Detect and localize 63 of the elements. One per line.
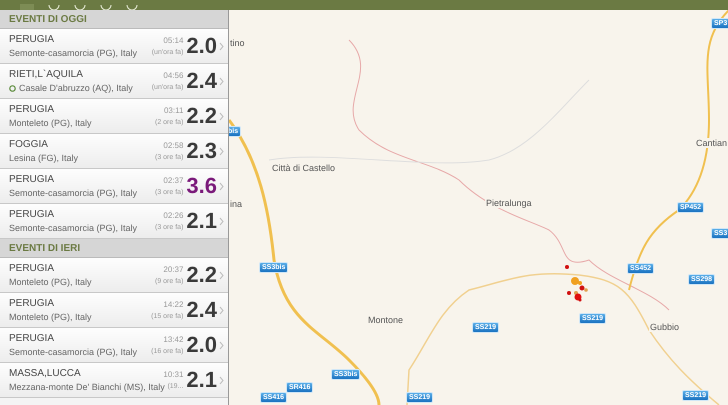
- magnitude: 2.0: [186, 33, 217, 59]
- event-time: 10:31: [163, 370, 184, 379]
- event-place: Semonte-casamorcia (PG), Italy: [9, 48, 138, 58]
- chevron-icon: [219, 216, 224, 226]
- event-region: PERUGIA: [9, 174, 56, 185]
- event-place: Semonte-casamorcia (PG), Italy: [9, 347, 138, 357]
- event-time: 05:14: [163, 36, 184, 45]
- place-label: Montone: [367, 315, 404, 325]
- event-region: RIETI,L`AQUILA: [9, 69, 84, 80]
- event-time: 02:37: [163, 176, 184, 185]
- magnitude: 2.1: [186, 208, 217, 234]
- event-place: Semonte-casamorcia (PG), Italy: [9, 223, 138, 233]
- magnitude: 2.0: [186, 332, 217, 358]
- event-region: PERUGIA: [9, 34, 56, 45]
- event-time: 13:42: [163, 335, 184, 344]
- chevron-icon: [219, 76, 224, 86]
- event-region: PERUGIA: [9, 209, 56, 220]
- event-place: Semonte-casamorcia (PG), Italy: [9, 188, 138, 198]
- magnitude: 2.2: [186, 103, 217, 129]
- toolbar-icon[interactable]: [126, 5, 138, 10]
- chevron-icon: [219, 182, 224, 190]
- event-region: MASSA,LUCCA: [9, 368, 82, 379]
- toolbar-icon[interactable]: [74, 5, 86, 10]
- toolbar-icon[interactable]: [100, 5, 112, 10]
- section-header: EVENTI DI IERI: [0, 239, 228, 258]
- event-time: 03:11: [164, 106, 184, 115]
- event-place: Lesina (FG), Italy: [9, 153, 78, 163]
- event-time: 20:37: [163, 265, 184, 274]
- event-time: 02:58: [163, 141, 184, 150]
- chevron-icon: [219, 270, 224, 280]
- chevron-icon: [219, 146, 224, 156]
- event-place: Casale D'abruzzo (AQ), Italy: [19, 83, 133, 93]
- magnitude: 2.3: [186, 138, 217, 164]
- magnitude: 2.4: [186, 68, 217, 94]
- place-label: Gubbio: [649, 322, 680, 332]
- event-region: FOGGIA: [9, 139, 49, 150]
- place-label: Pietralunga: [485, 198, 533, 208]
- magnitude: 2.4: [186, 297, 217, 323]
- place-label: tino: [229, 38, 246, 48]
- place-label: Cantian: [695, 138, 728, 148]
- place-label: Città di Castello: [271, 163, 336, 173]
- chevron-icon: [219, 306, 224, 314]
- chevron-icon: [219, 42, 224, 50]
- event-region: PERUGIA: [9, 333, 56, 344]
- event-time: 04:56: [163, 71, 184, 80]
- event-place: Monteleto (PG), Italy: [9, 118, 92, 128]
- chevron-icon: [219, 340, 224, 350]
- event-place: Monteleto (PG), Italy: [9, 277, 92, 287]
- section-header: EVENTI DI OGGI: [0, 10, 228, 29]
- event-region: PERUGIA: [9, 263, 56, 274]
- place-label: ina: [229, 199, 244, 209]
- magnitude: 2.2: [186, 262, 217, 288]
- event-time: 02:26: [163, 211, 184, 220]
- event-time: 14:22: [163, 300, 184, 309]
- chevron-icon: [219, 376, 224, 384]
- event-place: Mezzana-monte De' Bianchi (MS), Italy: [9, 382, 165, 392]
- event-region: PERUGIA: [9, 104, 56, 115]
- magnitude: 3.6: [186, 173, 217, 199]
- event-region: PERUGIA: [9, 298, 56, 309]
- magnitude: 2.1: [186, 367, 217, 393]
- event-place: Monteleto (PG), Italy: [9, 312, 92, 322]
- toolbar-icon[interactable]: [48, 5, 60, 10]
- chevron-icon: [219, 112, 224, 120]
